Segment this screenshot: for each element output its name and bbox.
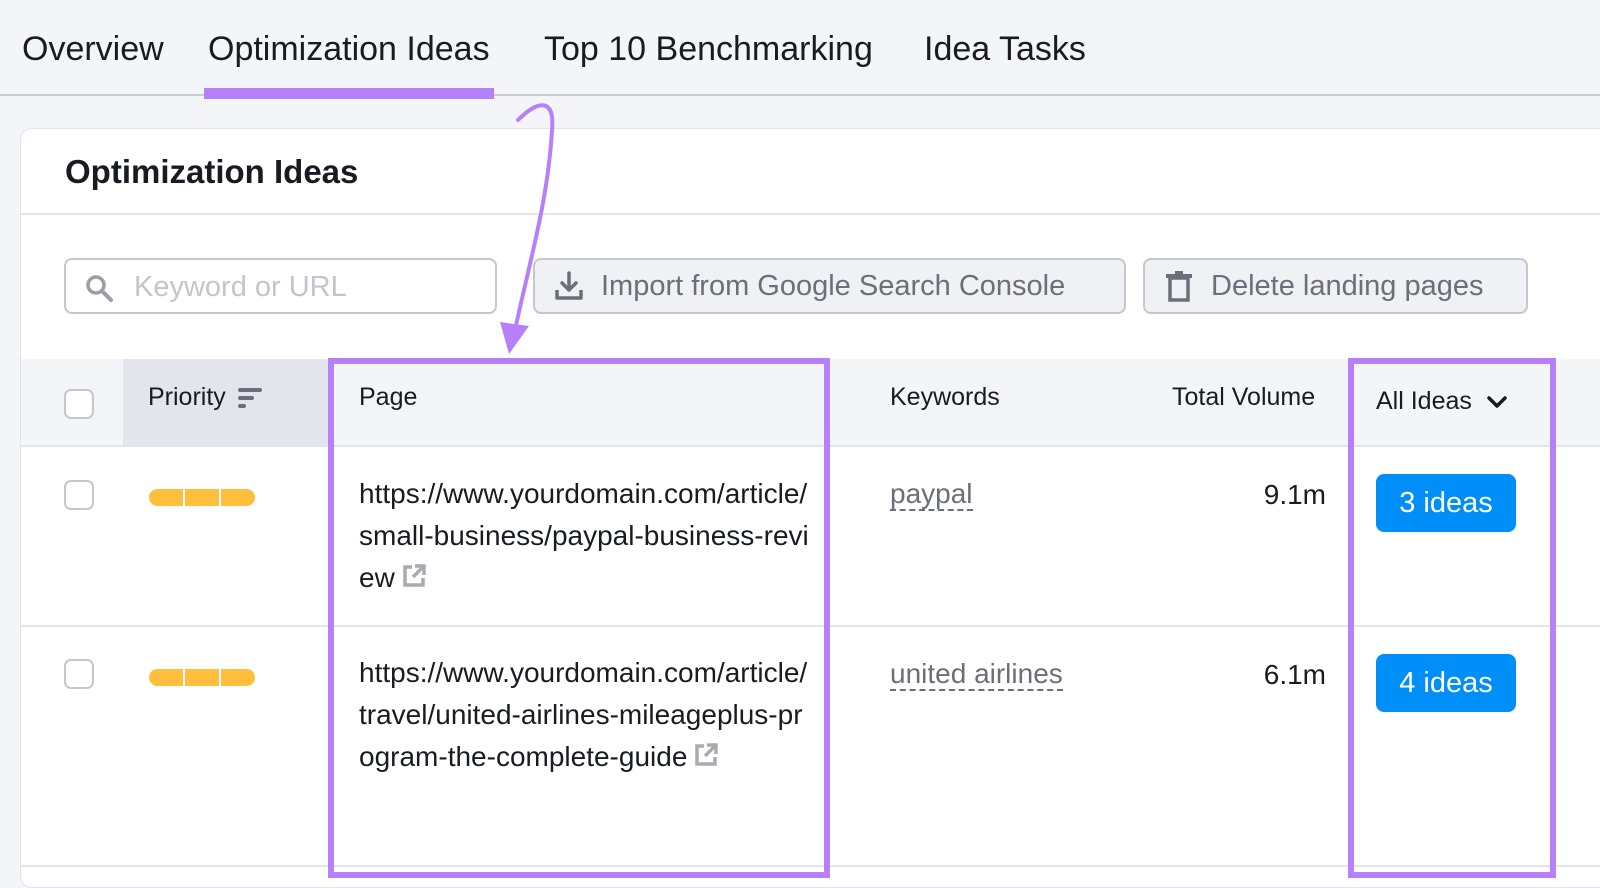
page-url: https://www.yourdomain.com/article/small… — [359, 473, 809, 599]
import-gsc-label: Import from Google Search Console — [601, 269, 1066, 302]
card-title: Optimization Ideas — [65, 153, 359, 190]
select-all-checkbox[interactable] — [64, 389, 94, 419]
search-field[interactable] — [64, 258, 497, 314]
tab-top-10-benchmarking[interactable]: Top 10 Benchmarking — [544, 30, 873, 69]
search-icon — [86, 275, 113, 302]
optimization-ideas-card: Optimization Ideas Import from Google Se… — [20, 128, 1600, 888]
page-header[interactable]: Page — [359, 383, 417, 412]
tab-overview[interactable]: Overview — [22, 30, 164, 69]
priority-header[interactable]: Priority — [148, 383, 264, 412]
total-volume-value: 6.1m — [1263, 659, 1326, 690]
keywords-header[interactable]: Keywords — [890, 383, 1000, 412]
page-url: https://www.yourdomain.com/article/trave… — [359, 652, 809, 778]
divider — [21, 213, 1600, 215]
ideas-button[interactable]: 3 ideas — [1376, 474, 1516, 532]
trash-icon — [1166, 271, 1192, 302]
total-volume-header[interactable]: Total Volume — [1172, 383, 1315, 412]
priority-indicator — [149, 489, 255, 506]
ideas-button[interactable]: 4 ideas — [1376, 654, 1516, 712]
table-row: https://www.yourdomain.com/article/trave… — [21, 627, 1600, 867]
chevron-down-icon — [1487, 395, 1507, 408]
table-row: https://www.yourdomain.com/article/small… — [21, 447, 1600, 627]
tab-idea-tasks[interactable]: Idea Tasks — [924, 30, 1086, 69]
external-link-icon[interactable] — [693, 742, 719, 768]
keyword-link[interactable]: united airlines — [890, 659, 1063, 691]
sort-icon[interactable] — [237, 386, 264, 410]
delete-landing-pages-label: Delete landing pages — [1211, 269, 1484, 302]
external-link-icon[interactable] — [401, 563, 427, 589]
keyword-link[interactable]: paypal — [890, 479, 973, 511]
tab-optimization-ideas[interactable]: Optimization Ideas — [204, 30, 494, 99]
total-volume-value: 9.1m — [1263, 479, 1326, 510]
search-input[interactable] — [132, 268, 486, 306]
table-header: Priority Page Keywords Total Volume All … — [21, 359, 1600, 447]
all-ideas-label: All Ideas — [1376, 387, 1472, 415]
page-url-text: https://www.yourdomain.com/article/trave… — [359, 657, 808, 772]
download-icon — [555, 271, 583, 300]
import-gsc-button[interactable]: Import from Google Search Console — [533, 258, 1126, 314]
tab-bar: Overview Optimization Ideas Top 10 Bench… — [0, 0, 1600, 99]
priority-header-label: Priority — [148, 383, 226, 411]
row-checkbox[interactable] — [64, 659, 94, 689]
priority-indicator — [149, 669, 255, 686]
all-ideas-dropdown[interactable]: All Ideas — [1376, 387, 1508, 416]
delete-landing-pages-button[interactable]: Delete landing pages — [1143, 258, 1528, 314]
row-checkbox[interactable] — [64, 480, 94, 510]
